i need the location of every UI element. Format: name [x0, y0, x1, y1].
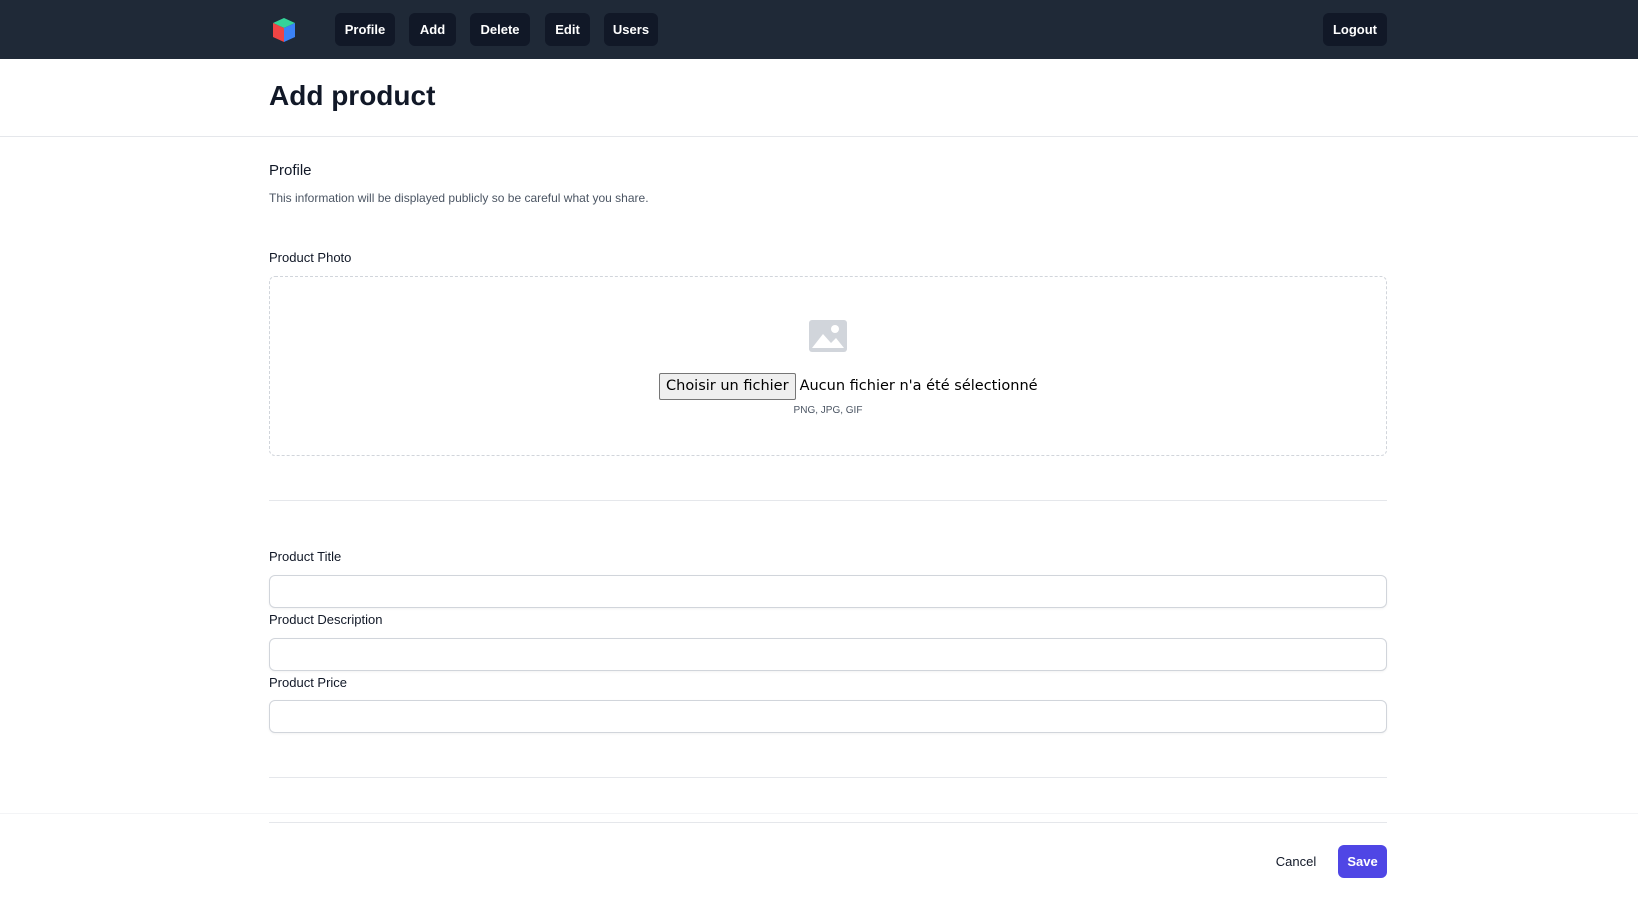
nav-users-button[interactable]: Users — [604, 13, 658, 46]
footer-divider — [0, 813, 1638, 814]
nav-edit-button[interactable]: Edit — [545, 13, 590, 46]
nav-profile-button[interactable]: Profile — [335, 13, 395, 46]
cube-logo-icon[interactable] — [271, 17, 297, 43]
accepted-file-types: PNG, JPG, GIF — [793, 405, 863, 416]
photo-dropzone[interactable] — [269, 276, 1387, 456]
nav-delete-button[interactable]: Delete — [470, 13, 530, 46]
page-header — [0, 59, 1638, 137]
file-status-text: Aucun fichier n'a été sélectionné — [799, 378, 1038, 394]
section-title: Profile — [269, 162, 312, 179]
product-price-input[interactable] — [269, 700, 1387, 733]
product-description-input[interactable] — [269, 638, 1387, 671]
top-nav-bar: Profile Add Delete Edit Users Logout — [0, 0, 1638, 59]
file-input[interactable]: Choisir un fichier Aucun fichier n'a été… — [659, 372, 1038, 400]
nav-add-button[interactable]: Add — [409, 13, 456, 46]
product-price-label: Product Price — [269, 675, 348, 690]
section-description: This information will be displayed publi… — [269, 191, 649, 205]
product-title-input[interactable] — [269, 575, 1387, 608]
product-description-label: Product Description — [269, 612, 383, 627]
image-icon — [809, 320, 847, 352]
section-divider — [269, 777, 1387, 778]
product-title-label: Product Title — [269, 549, 342, 564]
cancel-button[interactable]: Cancel — [1270, 845, 1322, 878]
save-button[interactable]: Save — [1338, 845, 1387, 878]
actions-divider — [269, 822, 1387, 823]
product-photo-label: Product Photo — [269, 250, 352, 265]
section-divider — [269, 500, 1387, 501]
page-title: Add product — [269, 80, 436, 111]
logout-button[interactable]: Logout — [1323, 13, 1387, 46]
choose-file-button[interactable]: Choisir un fichier — [659, 372, 796, 400]
